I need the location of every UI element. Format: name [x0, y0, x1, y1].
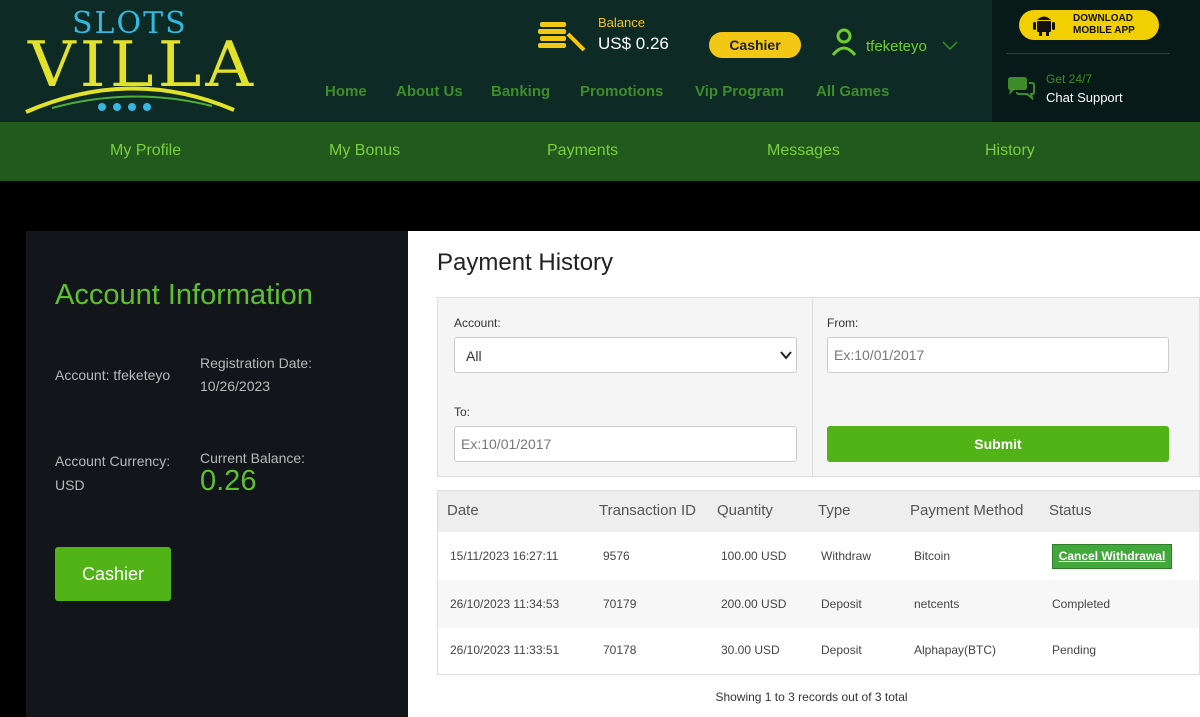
- payment-history-title: Payment History: [437, 249, 614, 276]
- balance-value: US$ 0.26: [598, 34, 669, 53]
- profile-subnav: My Profile My Bonus Payments Messages Hi…: [0, 122, 1200, 181]
- current-balance-value: 0.26: [200, 465, 257, 497]
- nav-all-games[interactable]: All Games: [816, 83, 889, 100]
- row-quantity: 30.00 USD: [721, 643, 780, 657]
- filter-divider: [812, 298, 813, 476]
- nav-promotions[interactable]: Promotions: [580, 83, 663, 100]
- payment-history-table: Date Transaction ID Quantity Type Paymen…: [437, 490, 1200, 675]
- download-line1: DOWNLOAD: [1073, 13, 1133, 24]
- user-icon[interactable]: [830, 27, 858, 57]
- username-label[interactable]: tfeketeyo: [866, 38, 927, 55]
- registration-date-value: 10/26/2023: [200, 378, 271, 394]
- row-quantity: 100.00 USD: [721, 549, 787, 563]
- account-currency-label: Account Currency:: [55, 453, 171, 469]
- cancel-withdrawal-button[interactable]: Cancel Withdrawal: [1052, 544, 1172, 569]
- from-date-input[interactable]: Ex:10/01/2017: [827, 337, 1169, 373]
- chat-support-link[interactable]: Chat Support: [1046, 90, 1123, 105]
- row-type: Withdraw: [821, 549, 872, 563]
- slots-villa-logo[interactable]: SLOTS VILLA: [22, 6, 253, 118]
- row-payment-method: Alphapay(BTC): [914, 643, 997, 657]
- account-select[interactable]: All: [454, 337, 797, 373]
- row-status: Pending: [1052, 643, 1097, 657]
- to-date-input[interactable]: Ex:10/01/2017: [454, 426, 797, 462]
- download-app-text: DOWNLOAD MOBILE APP: [1073, 13, 1135, 37]
- download-app-button[interactable]: DOWNLOAD MOBILE APP: [1019, 10, 1159, 40]
- logo-villa-text: VILLA: [28, 27, 258, 102]
- submit-button[interactable]: Submit: [827, 426, 1169, 462]
- cashier-button[interactable]: Cashier: [55, 547, 171, 601]
- subnav-my-bonus[interactable]: My Bonus: [329, 142, 400, 160]
- table-row: 26/10/2023 11:34:53 70179 200.00 USD Dep…: [438, 580, 1199, 628]
- nav-home[interactable]: Home: [325, 83, 367, 100]
- header-cashier-button[interactable]: Cashier: [709, 32, 801, 58]
- subnav-history[interactable]: History: [985, 142, 1035, 160]
- column-quantity: Quantity: [717, 502, 773, 519]
- filter-form: Account: All To: Ex:10/01/2017 From: Ex:…: [437, 297, 1200, 477]
- nav-about-us[interactable]: About Us: [396, 83, 463, 100]
- row-transaction-id: 9576: [603, 549, 630, 563]
- payment-history-panel: Payment History Account: All To: Ex:10/0…: [408, 231, 1200, 717]
- row-type: Deposit: [821, 597, 862, 611]
- from-date-label: From:: [827, 316, 859, 330]
- subnav-my-profile[interactable]: My Profile: [110, 142, 181, 160]
- android-icon: [1033, 16, 1055, 36]
- account-filter-label: Account:: [454, 316, 501, 330]
- row-date: 26/10/2023 11:34:53: [450, 597, 560, 611]
- column-date: Date: [447, 502, 479, 519]
- row-transaction-id: 70178: [603, 643, 637, 657]
- row-payment-method: Bitcoin: [914, 549, 951, 563]
- side-divider: [1006, 53, 1170, 54]
- account-currency-value: USD: [55, 477, 85, 493]
- download-line2: MOBILE APP: [1073, 25, 1135, 36]
- nav-banking[interactable]: Banking: [491, 83, 550, 100]
- row-date: 15/11/2023 16:27:11: [450, 549, 559, 563]
- subnav-payments[interactable]: Payments: [547, 142, 618, 160]
- balance-label: Balance: [598, 15, 645, 30]
- account-info-title: Account Information: [55, 279, 313, 311]
- column-payment-method: Payment Method: [910, 502, 1024, 519]
- coins-icon: [538, 22, 586, 52]
- table-row: 15/11/2023 16:27:11 9576 100.00 USD With…: [438, 532, 1199, 580]
- column-transaction-id: Transaction ID: [599, 502, 696, 519]
- row-quantity: 200.00 USD: [721, 597, 787, 611]
- column-type: Type: [818, 502, 851, 519]
- records-summary: Showing 1 to 3 records out of 3 total: [715, 690, 908, 704]
- table-row: 26/10/2023 11:33:51 70178 30.00 USD Depo…: [438, 628, 1199, 674]
- registration-date-label: Registration Date:: [200, 355, 313, 371]
- row-payment-method: netcents: [914, 597, 960, 611]
- row-status: Completed: [1052, 597, 1111, 611]
- row-date: 26/10/2023 11:33:51: [450, 643, 560, 657]
- column-status: Status: [1049, 502, 1092, 519]
- account-select-value: All: [466, 348, 482, 364]
- support-availability: Get 24/7: [1046, 72, 1093, 86]
- chevron-down-icon[interactable]: [941, 39, 959, 51]
- site-header: SLOTS VILLA Balance US$ 0.26 Cashier tfe…: [0, 0, 1200, 122]
- row-transaction-id: 70179: [603, 597, 637, 611]
- subnav-messages[interactable]: Messages: [767, 142, 840, 160]
- nav-vip-program[interactable]: Vip Program: [695, 83, 784, 100]
- chat-icon[interactable]: [1006, 76, 1036, 100]
- account-info-panel: Account Information Account: tfeketeyo R…: [26, 231, 408, 717]
- account-label: Account: tfeketeyo: [55, 367, 171, 383]
- to-date-label: To:: [454, 405, 471, 419]
- table-header: Date Transaction ID Quantity Type Paymen…: [438, 491, 1199, 532]
- row-type: Deposit: [821, 643, 862, 657]
- chevron-down-icon: [780, 351, 792, 360]
